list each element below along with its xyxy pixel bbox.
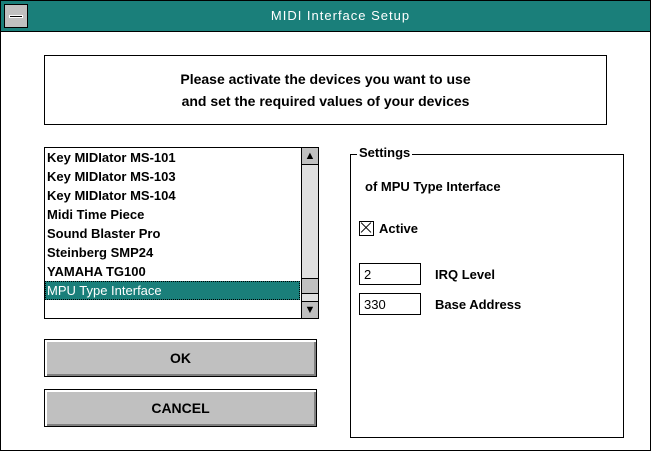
instruction-line-1: Please activate the devices you want to … [180,71,471,87]
base-address-label: Base Address [435,296,522,312]
device-listbox[interactable]: Key MIDIator MS-101 Key MIDIator MS-103 … [44,147,319,319]
device-list-items: Key MIDIator MS-101 Key MIDIator MS-103 … [45,148,300,318]
midi-setup-window: MIDI Interface Setup Please activate the… [0,0,651,451]
base-address-row: Base Address [359,293,521,315]
list-scrollbar[interactable]: ▲ ▼ [301,148,318,318]
instruction-panel: Please activate the devices you want to … [44,55,607,125]
list-item[interactable]: Sound Blaster Pro [45,224,300,243]
selected-device-label: of MPU Type Interface [365,179,501,194]
active-checkbox-row[interactable]: Active [359,221,418,236]
irq-level-field[interactable] [359,263,421,285]
settings-group-label: Settings [357,145,413,160]
scroll-up-arrow-icon[interactable]: ▲ [302,148,318,165]
list-item[interactable]: Steinberg SMP24 [45,243,300,262]
instruction-line-2: and set the required values of your devi… [181,93,470,109]
list-item[interactable]: YAMAHA TG100 [45,262,300,281]
list-item[interactable]: Key MIDIator MS-103 [45,167,300,186]
list-item[interactable]: Key MIDIator MS-101 [45,148,300,167]
active-checkbox-label[interactable]: Active [379,221,418,236]
irq-level-label: IRQ Level [435,266,495,282]
settings-group: Settings of MPU Type Interface Active IR… [350,145,624,438]
active-checkbox[interactable] [359,221,374,236]
window-title: MIDI Interface Setup [270,8,411,23]
minus-icon [9,14,23,18]
list-item-selected[interactable]: MPU Type Interface [45,281,300,300]
cancel-button[interactable]: CANCEL [44,389,317,427]
scroll-thumb[interactable] [302,278,318,294]
base-address-field[interactable] [359,293,421,315]
title-bar[interactable]: MIDI Interface Setup [1,1,650,32]
scroll-down-arrow-icon[interactable]: ▼ [302,301,318,318]
ok-button[interactable]: OK [44,339,317,377]
irq-row: IRQ Level [359,263,495,285]
list-item[interactable]: Midi Time Piece [45,205,300,224]
system-menu-button[interactable] [4,4,28,28]
list-item[interactable]: Key MIDIator MS-104 [45,186,300,205]
